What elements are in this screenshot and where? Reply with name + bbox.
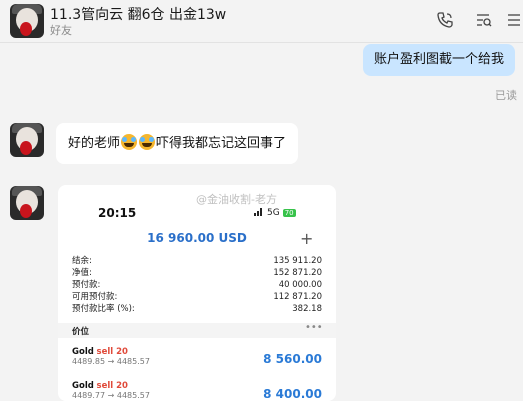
stat-row: 结余: 135 911.20: [72, 255, 322, 267]
position-profit: 8 560.00: [263, 352, 322, 366]
more-dots-icon: •••: [305, 322, 323, 333]
incoming-text-part1: 好的老师: [68, 136, 121, 151]
price-section-label: 价位: [72, 327, 90, 337]
more-options-icon[interactable]: [504, 10, 523, 30]
position-side: sell 20: [96, 381, 128, 391]
stat-label: 净值:: [72, 268, 92, 278]
stat-value: 152 871.20: [273, 268, 322, 278]
stat-row: 预付款: 40 000.00: [72, 279, 322, 291]
stat-label: 可用预付款:: [72, 292, 118, 302]
position-symbol: Gold: [72, 347, 94, 357]
stat-row: 预付款比率 (%): 382.18: [72, 303, 322, 315]
incoming-text-part2: 吓得我都忘记这回事了: [156, 136, 287, 151]
outgoing-message[interactable]: 账户盈利图截一个给我: [362, 44, 515, 76]
watermark-text: @金油收割-老方: [196, 193, 277, 206]
read-status: 已读: [495, 89, 517, 102]
image-message[interactable]: 20:15 @金油收割-老方 5G 70 16 960.00 USD + 结余: 1…: [58, 185, 336, 401]
position-profit: 8 400.00: [263, 387, 322, 401]
stat-value: 382.18: [292, 304, 322, 314]
account-balance: 16 960.00 USD: [147, 231, 247, 245]
search-history-icon[interactable]: [474, 10, 494, 30]
incoming-message[interactable]: 好的老师 吓得我都忘记这回事了: [56, 123, 299, 164]
position-item: Gold sell 20 4489.77 → 4485.57: [72, 381, 150, 401]
laugh-cry-emoji-icon: [121, 134, 138, 150]
phone-status-bar: 5G 70: [254, 208, 296, 218]
phone-time: 20:15: [98, 206, 137, 220]
chat-header: 11.3管向云 翻6仓 出金13w 好友: [0, 0, 523, 42]
sender-avatar[interactable]: [10, 186, 44, 220]
stat-value: 112 871.20: [273, 292, 322, 302]
laugh-cry-emoji-icon: [139, 134, 156, 150]
contact-name[interactable]: 11.3管向云 翻6仓 出金13w: [50, 4, 226, 24]
position-side: sell 20: [96, 347, 128, 357]
stat-label: 结余:: [72, 256, 92, 266]
network-label: 5G: [267, 208, 280, 218]
add-icon: +: [300, 229, 314, 248]
signal-icon: [254, 208, 264, 216]
contact-avatar[interactable]: [10, 4, 44, 38]
voice-call-icon[interactable]: [435, 10, 455, 30]
battery-icon: 70: [282, 209, 296, 217]
position-item: Gold sell 20 4489.85 → 4485.57: [72, 347, 150, 367]
header-divider: [0, 42, 523, 43]
position-symbol: Gold: [72, 381, 94, 391]
stat-value: 40 000.00: [278, 280, 322, 290]
position-prices: 4489.85 → 4485.57: [72, 357, 150, 366]
stat-label: 预付款比率 (%):: [72, 304, 135, 314]
stat-value: 135 911.20: [273, 256, 322, 266]
position-prices: 4489.77 → 4485.57: [72, 391, 150, 400]
contact-subtitle: 好友: [50, 24, 72, 37]
sender-avatar[interactable]: [10, 123, 44, 157]
account-stats: 结余: 135 911.20 净值: 152 871.20 预付款: 40 000.0…: [72, 255, 322, 315]
stat-label: 预付款:: [72, 280, 101, 290]
stat-row: 净值: 152 871.20: [72, 267, 322, 279]
stat-row: 可用预付款: 112 871.20: [72, 291, 322, 303]
section-separator: [58, 323, 336, 338]
